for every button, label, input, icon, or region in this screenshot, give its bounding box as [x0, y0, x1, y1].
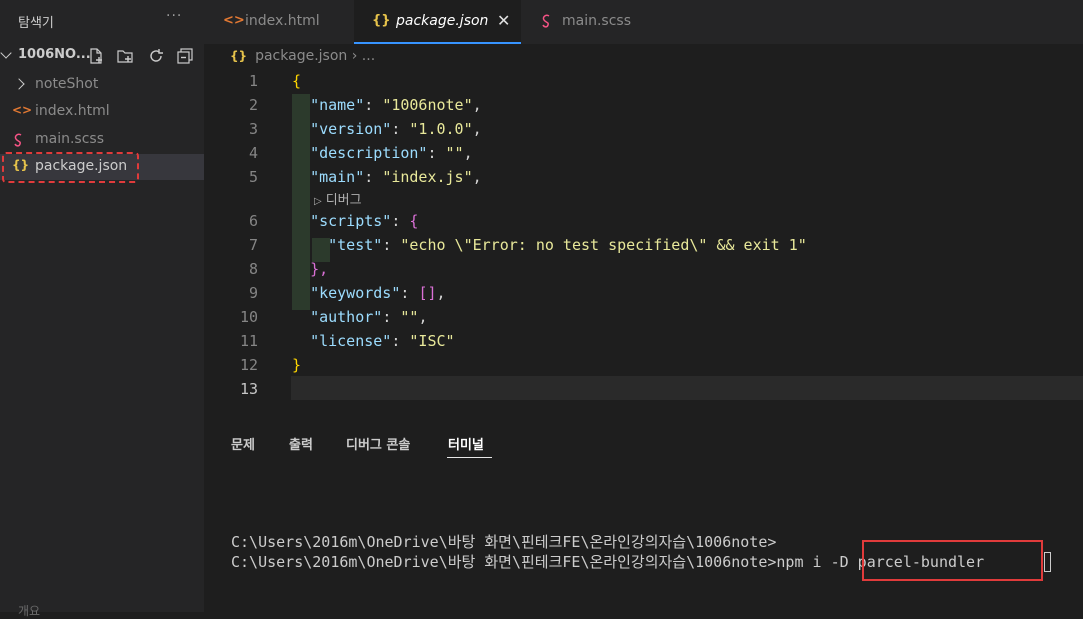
json-key: "license"	[310, 332, 392, 350]
breadcrumb-symbol[interactable]: ...	[362, 48, 375, 64]
tab-main-scss[interactable]: main.scss	[521, 0, 651, 44]
code-token: }	[292, 356, 302, 374]
line-number: 10	[239, 308, 258, 326]
json-key: "scripts"	[310, 212, 392, 230]
line-number: 13	[239, 380, 258, 398]
tree-item-main-scss[interactable]: main.scss	[0, 127, 204, 153]
breadcrumb[interactable]: {} package.json › ...	[230, 48, 375, 64]
breadcrumb-separator: ›	[351, 48, 358, 64]
line-number: 4	[248, 144, 258, 162]
tab-index-html[interactable]: <> index.html	[204, 0, 354, 44]
code-line: 11 "license": "ISC"	[204, 330, 1083, 354]
code-line: 5 "main": "index.js",	[204, 166, 1083, 190]
active-tab-indicator	[354, 42, 521, 44]
refresh-icon[interactable]	[148, 48, 164, 64]
panel-tab-bar: 문제 출력 디버그 콘솔 터미널	[204, 430, 1083, 460]
json-value: "ISC"	[409, 332, 455, 350]
tab-terminal[interactable]: 터미널	[448, 434, 484, 453]
explorer-title: 탐색기	[18, 16, 54, 31]
new-folder-icon[interactable]	[117, 48, 133, 64]
json-key: "author"	[310, 308, 383, 326]
explorer-sidebar: 탐색기 ··· 1006NO... noteShot <> index.html	[0, 0, 204, 618]
collapse-all-icon[interactable]	[177, 48, 193, 64]
json-key: "name"	[310, 96, 365, 114]
json-value: []	[418, 284, 437, 302]
line-number: 2	[248, 96, 258, 114]
more-actions-icon[interactable]: ···	[166, 8, 182, 24]
code-line: 4 "description": "",	[204, 142, 1083, 166]
line-number: 11	[239, 332, 258, 350]
tab-label: main.scss	[562, 13, 632, 29]
line-number: 8	[248, 260, 258, 278]
tree-item-index-html[interactable]: <> index.html	[0, 99, 204, 125]
new-file-icon[interactable]	[88, 48, 104, 64]
json-file-icon: {}	[372, 13, 391, 28]
tab-package-json[interactable]: {} package.json ✕	[354, 0, 521, 44]
debug-codelens[interactable]: ▷ 디버그	[314, 189, 362, 208]
code-line: 10 "author": "",	[204, 306, 1083, 330]
json-value: "index.js"	[382, 168, 473, 186]
code-line: 1 {	[204, 70, 1083, 94]
code-line: 13	[204, 378, 1083, 402]
play-icon: ▷	[314, 196, 322, 207]
json-value: "1006note"	[382, 96, 473, 114]
tree-item-noteshot[interactable]: noteShot	[0, 72, 204, 98]
json-value: "1.0.0"	[409, 120, 473, 138]
highlight-annotation	[2, 152, 139, 183]
code-line: 8 },	[204, 258, 1083, 282]
sass-file-icon	[542, 14, 550, 28]
code-line: 6 "scripts": {	[204, 210, 1083, 234]
line-number: 12	[239, 356, 258, 374]
tab-label: index.html	[245, 13, 320, 29]
editor-tab-bar: <> index.html {} package.json ✕ main.scs…	[204, 0, 1083, 44]
command-highlight-annotation	[862, 540, 1043, 581]
tree-item-label: main.scss	[35, 131, 105, 147]
json-value: "echo \"Error: no test specified\" && ex…	[400, 236, 807, 254]
line-number: 1	[248, 72, 258, 90]
terminal-cursor	[1044, 552, 1051, 572]
close-icon[interactable]: ✕	[497, 11, 510, 30]
line-number: 7	[248, 236, 258, 254]
code-token: {	[409, 212, 419, 230]
tab-output[interactable]: 출력	[289, 434, 313, 453]
chevron-right-icon	[13, 78, 25, 90]
html-file-icon: <>	[12, 103, 33, 117]
code-editor[interactable]: 1 { 2 "name": "1006note", 3 "version": "…	[204, 70, 1083, 410]
tree-item-label: index.html	[35, 103, 110, 119]
tab-problems[interactable]: 문제	[231, 434, 255, 453]
json-key: "test"	[328, 236, 383, 254]
code-line: 9 "keywords": [],	[204, 282, 1083, 306]
code-line: 2 "name": "1006note",	[204, 94, 1083, 118]
tree-item-label: noteShot	[35, 76, 99, 92]
workspace-folder-name: 1006NO...	[18, 47, 91, 62]
code-line: 12 }	[204, 354, 1083, 378]
breadcrumb-file[interactable]: package.json	[255, 48, 347, 64]
json-file-icon: {}	[230, 49, 248, 63]
html-file-icon: <>	[223, 13, 245, 28]
line-number: 9	[248, 284, 258, 302]
workspace-folder[interactable]: 1006NO...	[0, 44, 204, 68]
json-key: "keywords"	[310, 284, 401, 302]
line-number: 5	[248, 168, 258, 186]
line-number: 3	[248, 120, 258, 138]
json-value: ""	[400, 308, 419, 326]
tab-debug-console[interactable]: 디버그 콘솔	[346, 434, 410, 453]
sass-file-icon	[14, 133, 22, 147]
outline-section[interactable]: 개요	[18, 602, 40, 619]
code-token: {	[292, 72, 302, 90]
chevron-down-icon	[0, 47, 12, 59]
line-number: 6	[248, 212, 258, 230]
tab-label: package.json	[396, 13, 489, 29]
code-line: 3 "version": "1.0.0",	[204, 118, 1083, 142]
active-tab-indicator	[447, 457, 492, 458]
json-key: "description"	[310, 144, 428, 162]
codelens-label: 디버그	[325, 193, 362, 208]
code-line: 7 "test": "echo \"Error: no test specifi…	[204, 234, 1083, 258]
terminal-prompt: C:\Users\2016m\OneDrive\바탕 화면\핀테크FE\온라인강…	[231, 553, 804, 571]
code-token: },	[310, 260, 329, 278]
json-key: "main"	[310, 168, 365, 186]
json-key: "version"	[310, 120, 392, 138]
json-value: ""	[445, 144, 464, 162]
